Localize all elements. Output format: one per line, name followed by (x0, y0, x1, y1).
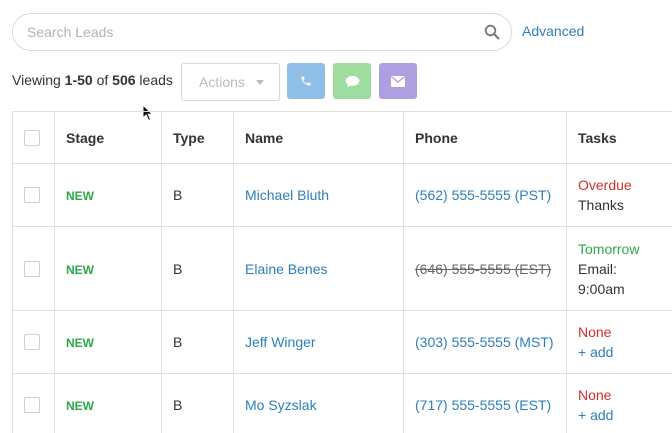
column-header-tasks[interactable]: Tasks (566, 111, 672, 164)
results-range: 1-50 (64, 72, 93, 88)
task-status: None (578, 324, 612, 340)
lead-type: B (161, 226, 234, 311)
lead-phone-disabled: (646) 555-5555 (EST) (415, 260, 552, 277)
lead-name-link[interactable]: Jeff Winger (245, 334, 316, 350)
lead-name-link[interactable]: Elaine Benes (245, 261, 328, 277)
lead-phone-link[interactable]: (717) 555-5555 (EST) (415, 397, 551, 413)
task-status: None (578, 387, 612, 403)
row-checkbox[interactable] (24, 397, 40, 413)
lead-type: B (161, 373, 234, 433)
stage-badge: NEW (66, 336, 94, 350)
phone-icon (301, 76, 311, 86)
select-all-checkbox[interactable] (24, 129, 40, 146)
column-header-name[interactable]: Name (233, 111, 404, 164)
row-checkbox[interactable] (24, 260, 40, 277)
results-summary: Viewing 1-50 of 506 leads (12, 72, 173, 88)
lead-type: B (161, 163, 234, 227)
lead-type: B (161, 310, 234, 374)
row-checkbox[interactable] (24, 187, 40, 203)
results-total: 506 (112, 72, 136, 88)
table-row: NEW B Michael Bluth (562) 555-5555 (PST)… (12, 163, 672, 227)
search-box[interactable] (12, 13, 512, 51)
search-icon[interactable] (484, 24, 500, 40)
add-task-link[interactable]: + add (578, 342, 672, 362)
lead-phone-link[interactable]: (303) 555-5555 (MST) (415, 334, 554, 350)
lead-name-link[interactable]: Mo Syzslak (245, 397, 317, 413)
email-button[interactable] (379, 63, 417, 99)
actions-label: Actions (199, 74, 245, 90)
select-all-cell (12, 111, 55, 164)
column-header-stage[interactable]: Stage (54, 111, 162, 164)
row-checkbox[interactable] (24, 334, 40, 350)
advanced-search-link[interactable]: Advanced (522, 23, 584, 39)
text-message-button[interactable] (333, 63, 371, 99)
column-header-phone[interactable]: Phone (403, 111, 567, 164)
table-row: NEW B Mo Syzslak (717) 555-5555 (EST) No… (12, 373, 672, 433)
envelope-icon (391, 75, 405, 87)
task-description: Thanks (578, 197, 624, 213)
table-row: NEW B Elaine Benes (646) 555-5555 (EST) … (12, 226, 672, 311)
table-header-row: Stage Type Name Phone Tasks (12, 111, 672, 164)
leads-table: Stage Type Name Phone Tasks NEW B Michae… (12, 111, 672, 433)
stage-badge: NEW (66, 399, 94, 413)
table-row: NEW B Jeff Winger (303) 555-5555 (MST) N… (12, 310, 672, 374)
lead-phone-link[interactable]: (562) 555-5555 (PST) (415, 187, 551, 203)
stage-badge: NEW (66, 189, 94, 203)
lead-name-link[interactable]: Michael Bluth (245, 187, 329, 203)
search-input[interactable] (27, 14, 467, 50)
chat-bubble-icon (345, 75, 359, 87)
stage-badge: NEW (66, 262, 94, 277)
add-task-link[interactable]: + add (578, 405, 672, 425)
column-header-type[interactable]: Type (161, 111, 234, 164)
chevron-down-icon (256, 80, 264, 85)
task-time: 9:00am (578, 280, 625, 297)
task-status: Overdue (578, 177, 632, 193)
call-button[interactable] (287, 63, 325, 99)
task-status: Tomorrow (578, 240, 640, 257)
task-description: Email: (578, 260, 617, 277)
actions-dropdown[interactable]: Actions (181, 63, 280, 101)
